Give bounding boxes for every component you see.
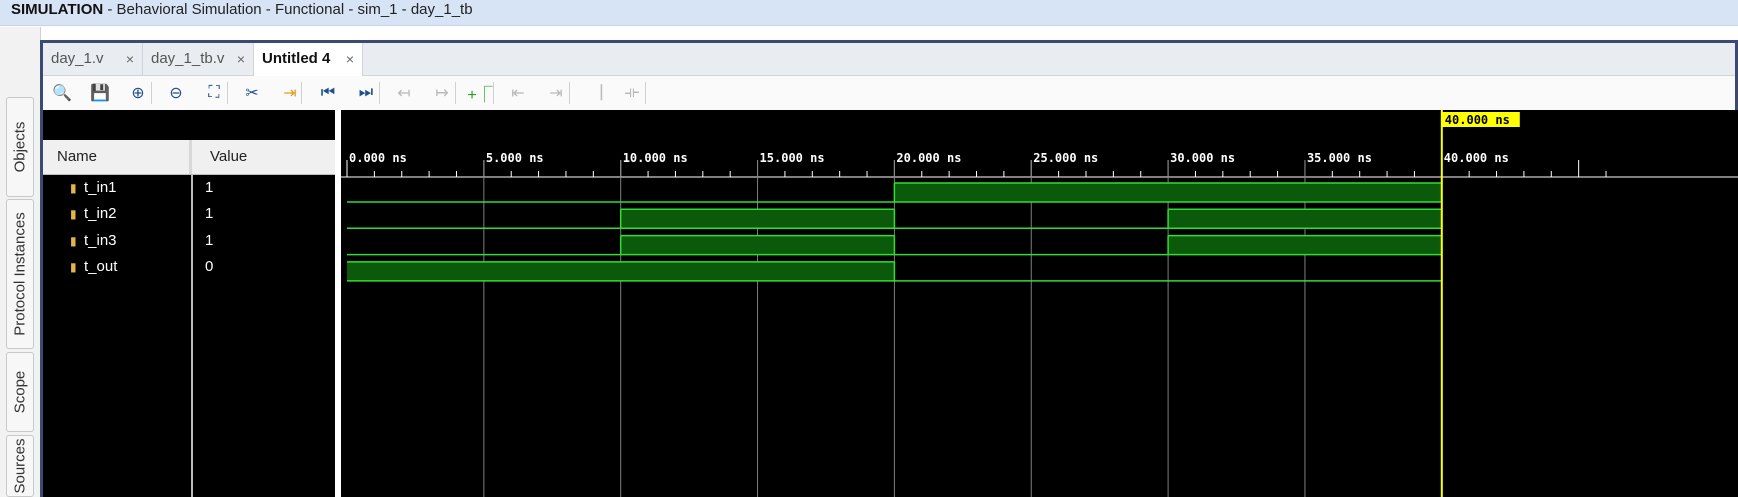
signal-names-panel: Name Value ▮ t_in1 1 ▮ t_in2 1 ▮ t_in3 1 ▮ t_out 0: [43, 110, 335, 497]
close-icon[interactable]: ×: [346, 43, 354, 75]
side-tab-scope[interactable]: Scope: [6, 352, 34, 432]
time-tick-label: 40.000 ns: [1444, 151, 1509, 165]
previous-marker-icon[interactable]: ⇤: [507, 82, 529, 104]
time-tick-label: 25.000 ns: [1033, 151, 1098, 165]
title-detail: - Behavioral Simulation - Functional - s…: [103, 1, 473, 18]
toolbar-separator: [645, 82, 646, 104]
signal-row[interactable]: ▮ t_out 0: [43, 255, 335, 281]
wave-high-fill: [1168, 235, 1442, 255]
wave-high-fill: [347, 261, 895, 281]
time-tick-label: 30.000 ns: [1170, 151, 1235, 165]
time-tick-label: 0.000 ns: [349, 151, 407, 165]
tab-day-1-tb-v[interactable]: day_1_tb.v ×: [143, 43, 254, 75]
signal-icon: ▮: [70, 181, 77, 195]
waveform-window: day_1.v × day_1_tb.v × Untitled 4 × 🔍 💾 ⊕ ⊖…: [40, 40, 1738, 497]
signal-icon: ▮: [70, 259, 77, 274]
waveform-viewer: Name Value ▮ t_in1 1 ▮ t_in2 1 ▮ t_in3 1 ▮ t_out 0 …: [43, 110, 1738, 497]
signal-row[interactable]: ▮ t_in1 1: [43, 176, 335, 202]
signal-value: 1: [205, 205, 214, 223]
signal-name: t_in3: [84, 231, 117, 249]
save-icon[interactable]: 💾: [89, 82, 111, 104]
signal-row[interactable]: ▮ t_in2 1: [43, 202, 335, 228]
tab-untitled-4[interactable]: Untitled 4 ×: [254, 43, 363, 76]
waveform-toolbar: 🔍 💾 ⊕ ⊖ ⛶ ✂ ⇥ ⏮ ⏭ ↤ ↦ +⎾ ⇤ ⇥ ⎹ ⟛: [43, 76, 1735, 111]
go-to-last-time-icon[interactable]: ⏭: [355, 82, 377, 104]
time-tick-label: 10.000 ns: [623, 151, 688, 165]
close-icon[interactable]: ×: [237, 43, 245, 75]
side-tab-strip: Objects Protocol Instances Scope Sources: [0, 27, 41, 497]
waveform-canvas[interactable]: 0.000 ns 5.000 ns 10.000 ns 15.000 ns 20.000…: [341, 110, 1738, 497]
cursor-swap-icon[interactable]: ✂: [241, 82, 263, 104]
column-divider[interactable]: [189, 140, 192, 174]
side-tab-sources[interactable]: Sources: [6, 435, 34, 497]
signal-value: 1: [205, 179, 214, 196]
add-marker-icon[interactable]: +⎾: [467, 82, 492, 104]
fix-cursor-icon[interactable]: ⟛: [621, 82, 643, 104]
toolbar-separator: [151, 82, 152, 104]
signal-name: t_in2: [84, 205, 117, 223]
toolbar-separator: [379, 82, 380, 104]
time-tick-label: 20.000 ns: [896, 151, 961, 165]
go-to-cursor-icon[interactable]: ⇥: [279, 82, 301, 104]
swap-cursors-icon[interactable]: ⎹: [583, 82, 605, 104]
toolbar-separator: [227, 82, 228, 104]
signal-row[interactable]: ▮ t_in3 1: [43, 229, 335, 255]
toolbar-separator: [569, 82, 570, 104]
wave-high-fill: [620, 209, 895, 229]
next-marker-icon[interactable]: ⇥: [545, 82, 567, 104]
search-icon[interactable]: 🔍: [51, 82, 73, 104]
toolbar-separator: [493, 82, 494, 104]
next-transition-icon[interactable]: ↦: [431, 82, 453, 104]
time-tick-label: 5.000 ns: [486, 151, 544, 165]
window-title-bar: SIMULATION - Behavioral Simulation - Fun…: [0, 0, 1738, 26]
signal-name: t_in1: [84, 179, 117, 196]
signal-name: t_out: [84, 257, 118, 275]
side-tab-objects[interactable]: Objects: [6, 97, 34, 197]
previous-transition-icon[interactable]: ↤: [393, 82, 415, 104]
wave-high-fill: [1168, 209, 1442, 229]
toolbar-separator: [301, 82, 302, 104]
signal-icon: ▮: [70, 207, 77, 222]
name-column-header[interactable]: Name: [57, 140, 97, 174]
signal-columns-header: Name Value: [43, 140, 335, 175]
signal-value: 0: [205, 257, 214, 275]
time-tick-label: 35.000 ns: [1307, 151, 1372, 165]
time-cursor-label: 40.000 ns: [1445, 113, 1510, 127]
wave-high-fill: [894, 183, 1442, 202]
title-mode: SIMULATION: [11, 1, 104, 18]
signal-value: 1: [205, 231, 214, 249]
time-tick-label: 15.000 ns: [760, 151, 825, 165]
value-column-header[interactable]: Value: [210, 140, 247, 174]
zoom-fit-icon[interactable]: ⛶: [203, 82, 225, 104]
editor-tab-bar: day_1.v × day_1_tb.v × Untitled 4 ×: [43, 43, 1735, 76]
side-tab-protocol-instances[interactable]: Protocol Instances: [6, 199, 34, 349]
tab-day-1-v[interactable]: day_1.v ×: [43, 43, 143, 75]
go-to-time-zero-icon[interactable]: ⏮: [317, 82, 339, 104]
signal-icon: ▮: [70, 233, 77, 248]
zoom-out-icon[interactable]: ⊖: [165, 82, 187, 104]
toolbar-separator: [455, 82, 456, 104]
close-icon[interactable]: ×: [126, 43, 134, 75]
zoom-in-icon[interactable]: ⊕: [127, 82, 149, 104]
wave-high-fill: [620, 235, 895, 255]
